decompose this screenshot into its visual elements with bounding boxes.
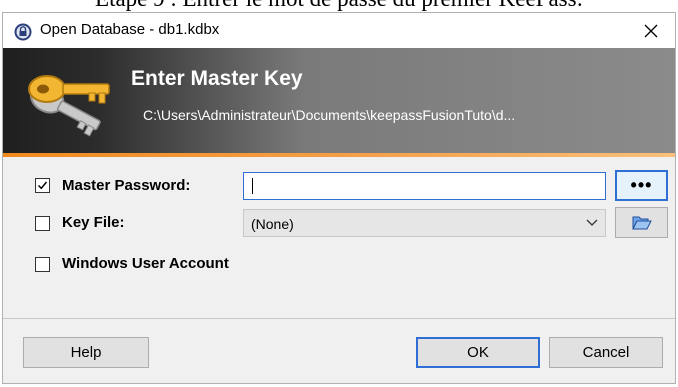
windows-user-account-checkbox[interactable]	[35, 257, 50, 272]
keys-icon	[28, 75, 110, 137]
folder-open-icon	[631, 216, 652, 229]
windows-user-account-label: Windows User Account	[62, 255, 229, 272]
master-password-label: Master Password:	[62, 177, 191, 194]
open-database-dialog: Open Database - db1.kdbx Enter Master Ke…	[2, 12, 676, 384]
key-file-select[interactable]: (None)	[243, 209, 606, 237]
checkmark-icon	[37, 181, 48, 190]
text-caret	[252, 178, 253, 194]
help-button[interactable]: Help	[23, 337, 149, 368]
title-bar: Open Database - db1.kdbx	[3, 13, 675, 48]
key-file-selected-value: (None)	[251, 216, 294, 232]
tutorial-caption: Etape 9 : Entrer le mot de passe du prem…	[0, 0, 678, 12]
close-icon	[644, 24, 658, 37]
banner-accent-line	[3, 153, 675, 157]
master-password-input[interactable]	[243, 172, 606, 200]
database-path: C:\Users\Administrateur\Documents\keepas…	[143, 107, 516, 123]
key-file-label: Key File:	[62, 214, 125, 231]
window-title: Open Database - db1.kdbx	[40, 21, 220, 38]
banner-title: Enter Master Key	[131, 67, 303, 90]
cancel-button[interactable]: Cancel	[549, 337, 663, 368]
chevron-down-icon	[586, 219, 598, 226]
key-file-checkbox[interactable]	[35, 216, 50, 231]
keepass-lock-icon	[14, 23, 32, 41]
footer-divider	[3, 318, 675, 319]
browse-key-file-button[interactable]	[615, 207, 668, 238]
ok-button[interactable]: OK	[416, 337, 540, 368]
close-button[interactable]	[629, 13, 673, 48]
show-password-button[interactable]: •••	[615, 170, 668, 201]
master-password-checkbox[interactable]	[35, 178, 50, 193]
header-banner: Enter Master Key C:\Users\Administrateur…	[3, 48, 675, 153]
